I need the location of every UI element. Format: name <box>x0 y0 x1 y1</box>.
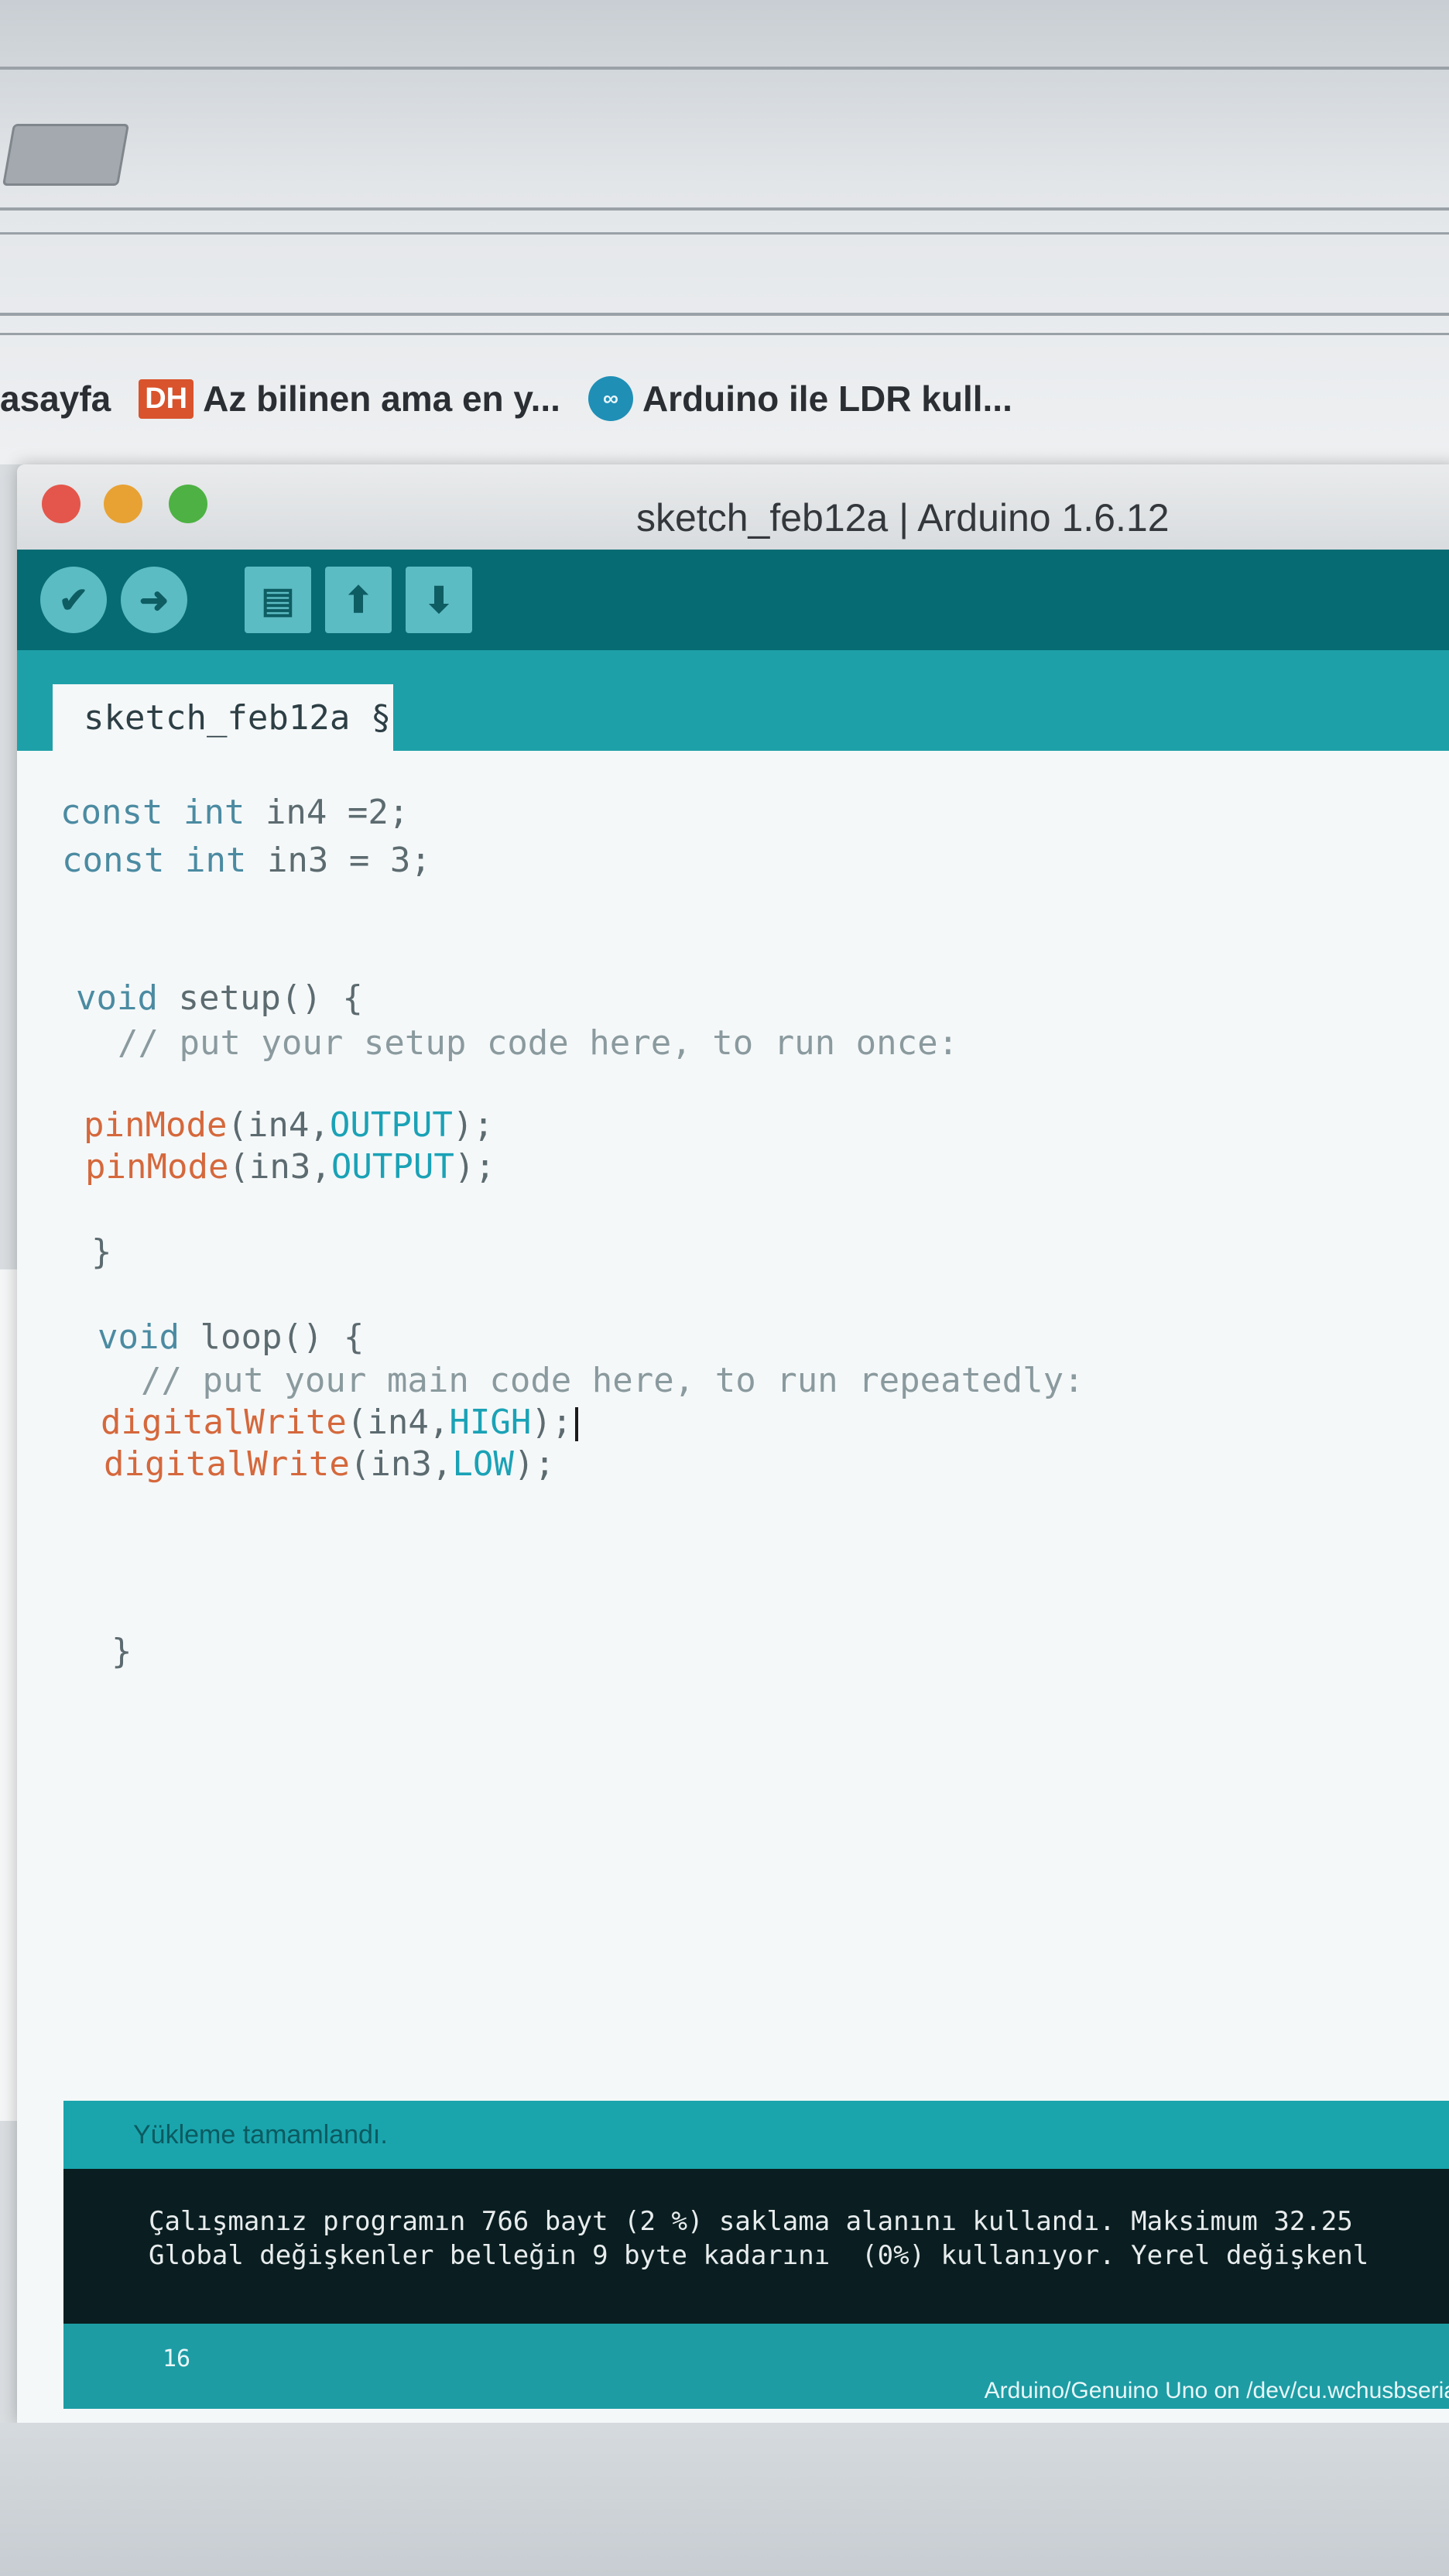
upload-button[interactable]: ➜ <box>121 567 187 633</box>
chrome-divider <box>0 313 1449 316</box>
code-text: setup() { <box>178 978 363 1018</box>
arrow-up-icon: ⬆ <box>343 580 374 620</box>
code-text: (in3, <box>349 1444 453 1484</box>
save-sketch-button[interactable]: ⬇ <box>406 567 472 633</box>
function-name: digitalWrite <box>101 1403 347 1442</box>
function-name: digitalWrite <box>104 1444 350 1484</box>
console-line: Global değişkenler belleğin 9 byte kadar… <box>149 2240 1369 2271</box>
keyword: const <box>62 841 165 880</box>
window-title: sketch_feb12a | Arduino 1.6.12 <box>636 496 1170 540</box>
code-brace: } <box>91 1232 112 1272</box>
bookmark-label: Az bilinen ama en y... <box>203 379 560 419</box>
keyword: const <box>60 793 163 832</box>
code-brace: } <box>111 1632 132 1671</box>
function-name: pinMode <box>84 1105 228 1145</box>
arduino-ide-window: sketch_feb12a | Arduino 1.6.12 ✔ ➜ ▤ ⬆ ⬇… <box>17 464 1449 2423</box>
code-text: in4 =2; <box>265 793 409 832</box>
chrome-divider <box>0 67 1449 70</box>
status-bar: Yükleme tamamlandı. <box>63 2101 1449 2169</box>
code-text: loop() { <box>200 1317 365 1357</box>
zoom-window-button[interactable] <box>169 485 207 523</box>
verify-button[interactable]: ✔ <box>40 567 107 633</box>
constant: OUTPUT <box>331 1147 454 1187</box>
code-text: (in4, <box>346 1403 450 1442</box>
console-output[interactable]: Çalışmanız programın 766 bayt (2 %) sakl… <box>63 2169 1449 2324</box>
arduino-logo-icon: ∞ <box>587 376 633 421</box>
code-line: pinMode(in4,OUTPUT); <box>84 1105 494 1145</box>
code-line: const int in4 =2; <box>60 793 409 832</box>
new-sketch-button[interactable]: ▤ <box>245 567 311 633</box>
code-text: ); <box>452 1105 494 1145</box>
keyword: void <box>98 1317 180 1357</box>
tab-label: sketch_feb12a § <box>84 697 392 738</box>
check-icon: ✔ <box>58 580 89 620</box>
constant: HIGH <box>449 1403 532 1442</box>
close-window-button[interactable] <box>42 485 80 523</box>
code-line: pinMode(in3,OUTPUT); <box>85 1147 495 1187</box>
code-line: void loop() { <box>98 1317 364 1357</box>
chrome-divider <box>0 207 1449 211</box>
bookmark-home[interactable]: asayfa <box>0 378 111 420</box>
browser-chrome: asayfa DH Az bilinen ama en y... ∞ Ardui… <box>0 0 1449 464</box>
text-cursor <box>575 1407 579 1441</box>
constant: OUTPUT <box>329 1105 453 1145</box>
toolbar: ✔ ➜ ▤ ⬆ ⬇ <box>17 550 1449 650</box>
footer-bar: 16 Arduino/Genuino Uno on /dev/cu.wchusb… <box>63 2324 1449 2409</box>
keyword: void <box>76 978 158 1018</box>
tab-bar: sketch_feb12a § <box>17 650 1449 751</box>
chrome-divider <box>0 333 1449 335</box>
keyword: int <box>184 841 247 880</box>
keyword: int <box>183 793 245 832</box>
minimize-window-button[interactable] <box>104 485 142 523</box>
bookmark-label: Arduino ile LDR kull... <box>642 379 1012 419</box>
constant: LOW <box>452 1444 514 1484</box>
code-text: ); <box>531 1403 573 1442</box>
open-sketch-button[interactable]: ⬆ <box>325 567 392 633</box>
bookmark-arduino[interactable]: ∞ Arduino ile LDR kull... <box>587 376 1012 421</box>
dh-icon: DH <box>139 379 194 419</box>
code-text: ); <box>513 1444 555 1484</box>
arrow-down-icon: ⬇ <box>423 580 454 620</box>
desktop-background <box>0 2423 1449 2576</box>
code-line: digitalWrite(in3,LOW); <box>104 1444 555 1484</box>
chrome-divider <box>0 232 1449 235</box>
code-text: in3 = 3; <box>266 841 431 880</box>
code-line: const int in3 = 3; <box>62 841 431 880</box>
bookmark-dh[interactable]: DH Az bilinen ama en y... <box>139 378 560 420</box>
code-text: (in4, <box>227 1105 330 1145</box>
title-bar[interactable]: sketch_feb12a | Arduino 1.6.12 <box>17 464 1449 550</box>
tab-sketch[interactable]: sketch_feb12a § <box>53 684 393 751</box>
function-name: pinMode <box>85 1147 229 1187</box>
bookmarks-bar: asayfa DH Az bilinen ama en y... ∞ Ardui… <box>0 364 1449 433</box>
code-line: void setup() { <box>76 978 363 1018</box>
arrow-right-icon: ➜ <box>139 580 170 620</box>
code-text: (in3, <box>228 1147 331 1187</box>
console-line: Çalışmanız programın 766 bayt (2 %) sakl… <box>149 2206 1353 2237</box>
code-editor[interactable]: const int in4 =2; const int in3 = 3; voi… <box>17 751 1449 2090</box>
code-line: digitalWrite(in4,HIGH); <box>101 1403 579 1442</box>
code-comment: // put your main code here, to run repea… <box>141 1361 1084 1400</box>
bookmark-label: asayfa <box>0 379 111 419</box>
code-text: ); <box>454 1147 495 1187</box>
board-port-info: Arduino/Genuino Uno on /dev/cu.wchusbser… <box>984 2378 1449 2403</box>
document-icon: ▤ <box>261 580 295 620</box>
line-number: 16 <box>163 2345 191 2372</box>
browser-tab[interactable] <box>2 124 130 186</box>
status-message: Yükleme tamamlandı. <box>133 2119 388 2150</box>
code-comment: // put your setup code here, to run once… <box>118 1023 959 1063</box>
